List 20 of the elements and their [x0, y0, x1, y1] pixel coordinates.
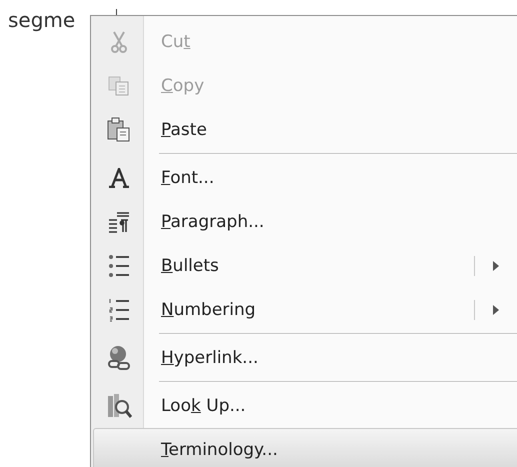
menu-item[interactable]: Look Up...: [93, 384, 517, 428]
document-text: segme: [8, 8, 76, 32]
paste-icon: [106, 117, 132, 143]
bullet-list-icon: [108, 254, 130, 278]
copy-icon: [107, 75, 131, 97]
submenu-arrow-icon: [493, 305, 499, 315]
font-icon: [108, 168, 130, 188]
numbered-list-icon: [108, 298, 130, 322]
scissors-icon: [109, 30, 129, 54]
menu-item[interactable]: Font...: [93, 156, 517, 200]
book-search-icon: [106, 393, 132, 419]
menu-item[interactable]: Paste: [93, 108, 517, 152]
menu-item[interactable]: Hyperlink...: [93, 336, 517, 380]
globe-link-icon: [107, 345, 131, 371]
menu-item[interactable]: Terminology...: [93, 428, 517, 467]
submenu-arrow-icon: [493, 261, 499, 271]
menu-item[interactable]: Bullets: [93, 244, 517, 288]
menu-item[interactable]: Paragraph...: [93, 200, 517, 244]
paragraph-icon: [108, 211, 130, 233]
menu-item[interactable]: Numbering: [93, 288, 517, 332]
